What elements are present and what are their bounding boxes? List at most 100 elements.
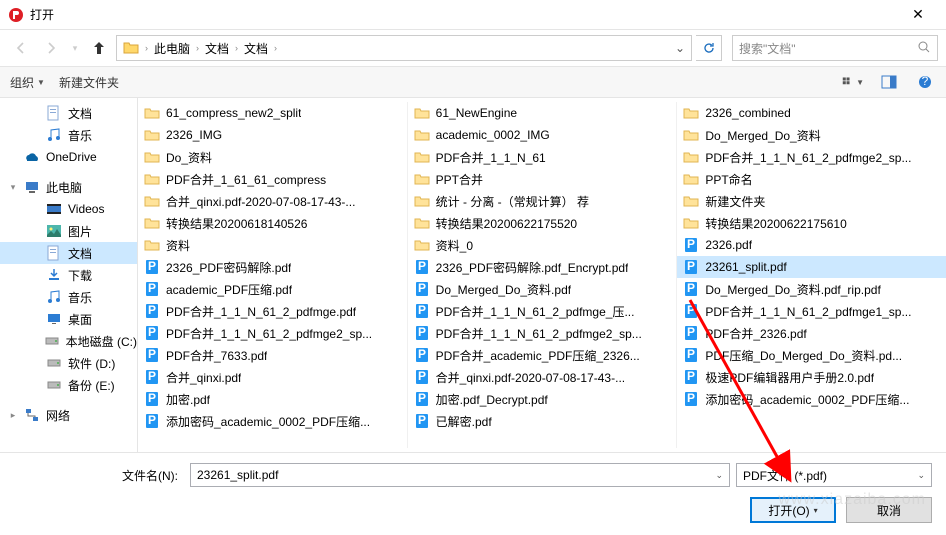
crumb-docs2[interactable]: 文档 xyxy=(240,36,272,60)
refresh-button[interactable] xyxy=(696,35,722,61)
filename-input[interactable]: 23261_split.pdf ⌄ xyxy=(190,463,730,487)
sidebar-item[interactable]: 本地磁盘 (C:) xyxy=(0,330,137,352)
file-item[interactable]: PDF合并_1_1_N_61 xyxy=(408,146,677,168)
sidebar-item[interactable]: 图片 xyxy=(0,220,137,242)
chevron-down-icon[interactable]: ⌄ xyxy=(715,470,723,481)
search-input[interactable]: 搜索"文档" xyxy=(732,35,938,61)
folder-icon xyxy=(144,193,160,209)
file-item[interactable]: PPDF合并_1_1_N_61_2_pdfmge2_sp... xyxy=(408,322,677,344)
file-item[interactable]: PPDF合并_1_1_N_61_2_pdfmge2_sp... xyxy=(138,322,407,344)
pdf-icon: P xyxy=(683,325,699,341)
nav-forward-button[interactable] xyxy=(38,35,64,61)
file-item[interactable]: P2326_PDF密码解除.pdf_Encrypt.pdf xyxy=(408,256,677,278)
nav-back-button[interactable] xyxy=(8,35,34,61)
file-item[interactable]: 新建文件夹 xyxy=(677,190,946,212)
sidebar-item[interactable]: 桌面 xyxy=(0,308,137,330)
file-list[interactable]: 61_compress_new2_split2326_IMGDo_资料PDF合并… xyxy=(138,98,946,452)
file-item[interactable]: 2326_combined xyxy=(677,102,946,124)
organize-menu[interactable]: 组织▼ xyxy=(10,74,45,91)
sidebar-item[interactable]: 下载 xyxy=(0,264,137,286)
view-options-button[interactable]: ▼ xyxy=(842,75,864,89)
file-item[interactable]: P加密.pdf_Decrypt.pdf xyxy=(408,388,677,410)
file-item[interactable]: 资料_0 xyxy=(408,234,677,256)
cancel-button[interactable]: 取消 xyxy=(846,497,932,523)
file-item[interactable]: 资料 xyxy=(138,234,407,256)
file-item[interactable]: academic_0002_IMG xyxy=(408,124,677,146)
filename-label: 文件名(N): xyxy=(14,467,184,484)
pic-icon xyxy=(46,223,62,239)
sidebar-item[interactable]: 音乐 xyxy=(0,124,137,146)
file-item[interactable]: PPDF合并_1_1_N_61_2_pdfmge.pdf xyxy=(138,300,407,322)
file-item[interactable]: Do_资料 xyxy=(138,146,407,168)
file-item[interactable]: P添加密码_academic_0002_PDF压缩... xyxy=(138,410,407,432)
sidebar-item[interactable]: 备份 (E:) xyxy=(0,374,137,396)
sidebar-item[interactable]: ▾此电脑 xyxy=(0,176,137,198)
file-item[interactable]: PPT命名 xyxy=(677,168,946,190)
nav-up-button[interactable] xyxy=(86,35,112,61)
file-item[interactable]: PPDF合并_7633.pdf xyxy=(138,344,407,366)
file-item[interactable]: P添加密码_academic_0002_PDF压缩... xyxy=(677,388,946,410)
crumb-docs1[interactable]: 文档 xyxy=(201,36,233,60)
file-item[interactable]: P合并_qinxi.pdf-2020-07-08-17-43-... xyxy=(408,366,677,388)
sidebar-item[interactable]: 文档 xyxy=(0,242,137,264)
new-folder-button[interactable]: 新建文件夹 xyxy=(59,74,119,91)
file-item[interactable]: P2326.pdf xyxy=(677,234,946,256)
file-item[interactable]: PPDF合并_2326.pdf xyxy=(677,322,946,344)
split-dropdown-icon[interactable]: ▾ xyxy=(814,506,818,515)
file-item[interactable]: P已解密.pdf xyxy=(408,410,677,432)
chevron-right-icon[interactable]: › xyxy=(233,43,240,53)
file-item[interactable]: PPDF合并_1_1_N_61_2_pdfmge1_sp... xyxy=(677,300,946,322)
file-type-filter[interactable]: PDF文件 (*.pdf) ⌄ xyxy=(736,463,932,487)
chevron-down-icon[interactable]: ⌄ xyxy=(917,470,925,481)
file-item[interactable]: PPT合并 xyxy=(408,168,677,190)
file-item[interactable]: PPDF合并_academic_PDF压缩_2326... xyxy=(408,344,677,366)
file-item[interactable]: 转换结果20200622175610 xyxy=(677,212,946,234)
file-item[interactable]: PDo_Merged_Do_资料.pdf xyxy=(408,278,677,300)
sidebar-item[interactable]: 软件 (D:) xyxy=(0,352,137,374)
sidebar-item[interactable]: 文档 xyxy=(0,102,137,124)
file-item[interactable]: Pacademic_PDF压缩.pdf xyxy=(138,278,407,300)
file-item[interactable]: 2326_IMG xyxy=(138,124,407,146)
file-item[interactable]: P极速PDF编辑器用户手册2.0.pdf xyxy=(677,366,946,388)
folder-icon xyxy=(414,149,430,165)
nav-recent-dropdown[interactable]: ▾ xyxy=(68,35,82,61)
file-item[interactable]: P合并_qinxi.pdf xyxy=(138,366,407,388)
help-button[interactable]: ? xyxy=(914,75,936,89)
file-item[interactable]: PDF合并_1_1_N_61_2_pdfmge2_sp... xyxy=(677,146,946,168)
chevron-right-icon[interactable]: › xyxy=(194,43,201,53)
file-item[interactable]: P2326_PDF密码解除.pdf xyxy=(138,256,407,278)
file-item[interactable]: 转换结果20200622175520 xyxy=(408,212,677,234)
file-item[interactable]: P23261_split.pdf xyxy=(677,256,946,278)
sidebar-item[interactable]: OneDrive xyxy=(0,146,137,168)
file-item[interactable]: 统计 - 分离 -（常规计算） 荐 xyxy=(408,190,677,212)
nav-bar: ▾ › 此电脑 › 文档 › 文档 › ⌄ 搜索"文档" xyxy=(0,30,946,66)
file-item[interactable]: PDo_Merged_Do_资料.pdf_rip.pdf xyxy=(677,278,946,300)
pc-icon xyxy=(24,179,40,195)
file-item[interactable]: 61_NewEngine xyxy=(408,102,677,124)
crumb-pc[interactable]: 此电脑 xyxy=(150,36,194,60)
open-button[interactable]: 打开(O)▾ xyxy=(750,497,836,523)
sidebar-item[interactable]: 音乐 xyxy=(0,286,137,308)
file-item[interactable]: PPDF压缩_Do_Merged_Do_资料.pd... xyxy=(677,344,946,366)
preview-pane-button[interactable] xyxy=(878,75,900,89)
svg-text:P: P xyxy=(418,303,426,317)
svg-text:P: P xyxy=(148,259,156,273)
chevron-right-icon[interactable]: › xyxy=(272,43,279,53)
file-item[interactable]: PDF合并_1_61_61_compress xyxy=(138,168,407,190)
svg-text:P: P xyxy=(687,391,695,405)
sidebar-item[interactable]: Videos xyxy=(0,198,137,220)
chevron-right-icon[interactable]: › xyxy=(143,43,150,53)
sidebar-item[interactable]: ▸网络 xyxy=(0,404,137,426)
file-item[interactable]: 转换结果20200618140526 xyxy=(138,212,407,234)
file-item[interactable]: PPDF合并_1_1_N_61_2_pdfmge_压... xyxy=(408,300,677,322)
file-item[interactable]: 合并_qinxi.pdf-2020-07-08-17-43-... xyxy=(138,190,407,212)
file-item[interactable]: Do_Merged_Do_资料 xyxy=(677,124,946,146)
file-item[interactable]: 61_compress_new2_split xyxy=(138,102,407,124)
video-icon xyxy=(46,201,62,217)
close-button[interactable]: ✕ xyxy=(898,6,938,23)
pdf-icon: P xyxy=(144,413,160,429)
breadcrumb[interactable]: › 此电脑 › 文档 › 文档 › ⌄ xyxy=(116,35,692,61)
file-item[interactable]: P加密.pdf xyxy=(138,388,407,410)
path-dropdown[interactable]: ⌄ xyxy=(671,41,689,55)
folder-icon xyxy=(683,171,699,187)
